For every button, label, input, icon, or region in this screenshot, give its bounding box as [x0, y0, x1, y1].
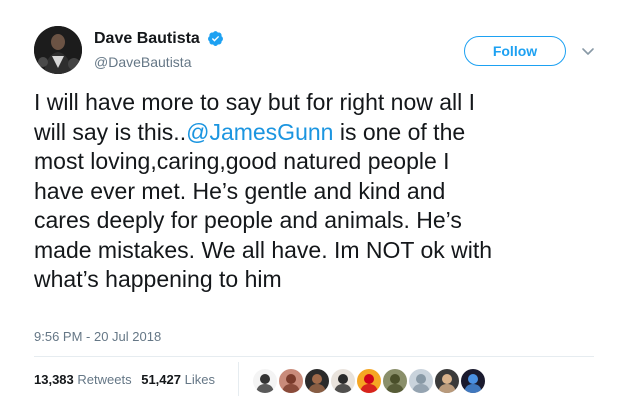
liker-avatar-7[interactable] — [408, 368, 434, 394]
tweet-header: Dave Bautista @DaveBautista Follow — [34, 26, 604, 82]
author-display-name[interactable]: Dave Bautista — [94, 29, 200, 49]
liker-avatar-4[interactable] — [330, 368, 356, 394]
liker-avatar-5[interactable] — [356, 368, 382, 394]
liker-avatar-6[interactable] — [382, 368, 408, 394]
tweet-stats: 13,383 Retweets 51,427 Likes — [34, 372, 221, 388]
profile-photo-icon — [34, 26, 82, 74]
verified-badge-icon — [207, 30, 224, 47]
retweets-label: Retweets — [77, 372, 132, 387]
retweets-stat[interactable]: 13,383 Retweets — [34, 372, 138, 387]
follow-button[interactable]: Follow — [464, 36, 566, 66]
mention-link[interactable]: @JamesGunn — [186, 119, 333, 145]
likes-label: Likes — [184, 372, 215, 387]
liker-avatar-8[interactable] — [434, 368, 460, 394]
liker-avatar-9[interactable] — [460, 368, 486, 394]
stats-separator — [238, 362, 239, 396]
retweets-count: 13,383 — [34, 372, 74, 387]
author-avatar[interactable] — [34, 26, 82, 74]
tweet-text: I will have more to say but for right no… — [34, 88, 604, 295]
liker-avatar-2[interactable] — [278, 368, 304, 394]
likes-count: 51,427 — [141, 372, 181, 387]
author-name-block: Dave Bautista @DaveBautista — [94, 29, 224, 71]
liker-avatar-1[interactable] — [252, 368, 278, 394]
liker-avatar-3[interactable] — [304, 368, 330, 394]
divider — [34, 356, 594, 357]
likes-stat[interactable]: 51,427 Likes — [141, 372, 221, 387]
tweet-timestamp[interactable]: 9:56 PM - 20 Jul 2018 — [34, 329, 161, 345]
author-handle[interactable]: @DaveBautista — [94, 53, 224, 71]
chevron-down-icon[interactable] — [580, 43, 596, 59]
